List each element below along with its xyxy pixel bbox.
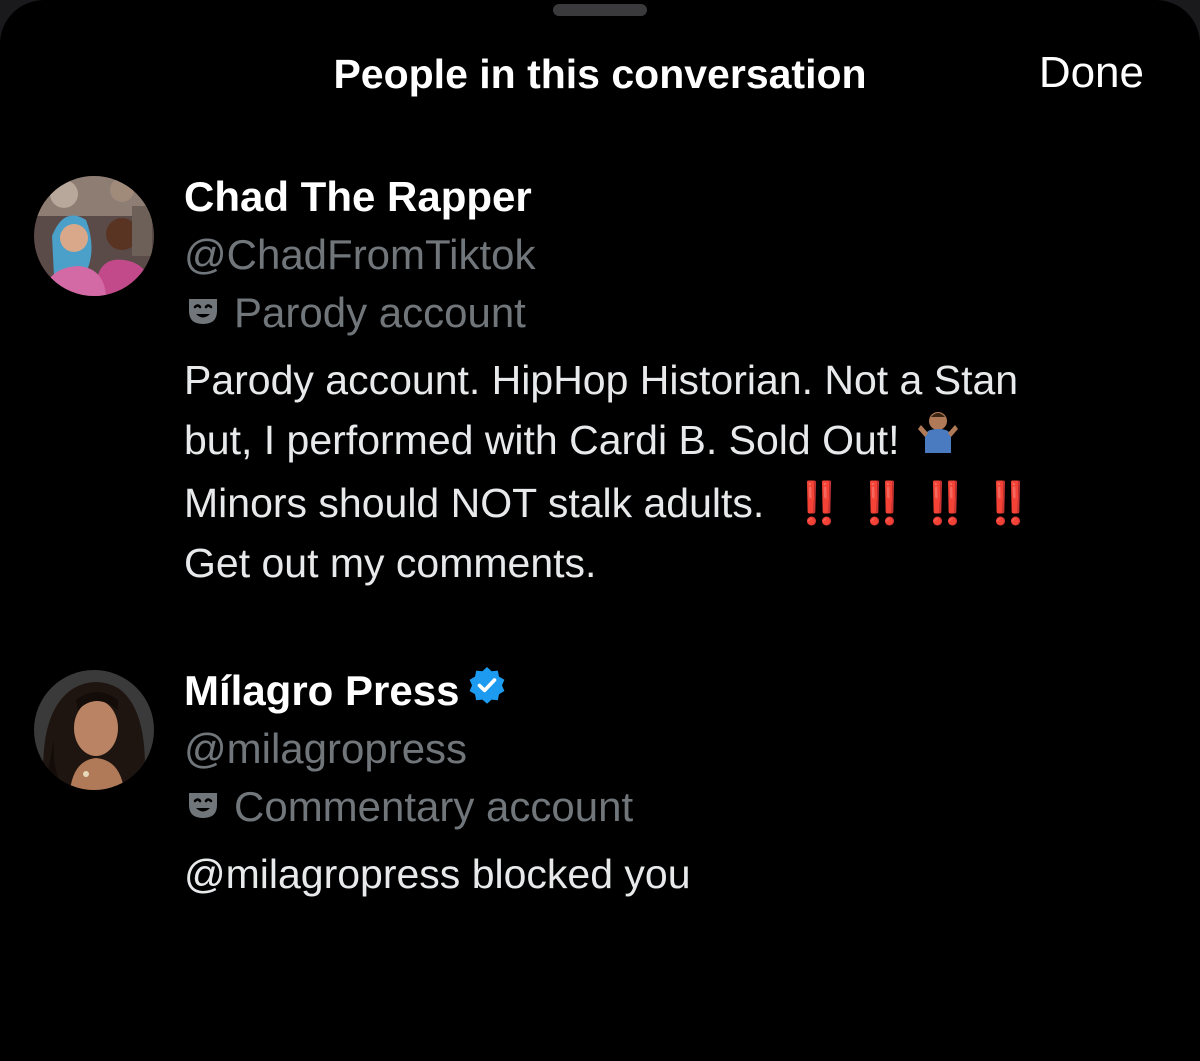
account-label: Commentary account (186, 782, 633, 835)
username-handle[interactable]: @ChadFromTiktok (184, 230, 535, 280)
conversation-people-sheet: People in this conversation Done Chad Th… (0, 0, 1200, 1061)
avatar-photo (34, 176, 154, 296)
verified-badge-icon (467, 665, 507, 716)
double-exclamation-emoji-group: ‼️ ‼️ ‼️ ‼️ (794, 480, 1046, 526)
bio: Parody account. HipHop Historian. Not a … (184, 350, 1164, 593)
bio-line: Get out my comments. (184, 540, 597, 587)
account-label-text: Parody account (234, 289, 526, 336)
theater-mask-icon (186, 287, 220, 337)
account-label-text: Commentary account (234, 783, 634, 830)
blocked-status-text: @milagropress blocked you (184, 851, 691, 897)
theater-mask-icon (186, 781, 220, 831)
page-title: People in this conversation (0, 50, 1200, 98)
display-name[interactable]: Mílagro Press (184, 666, 507, 719)
bio-line-with-emoji: Minors should NOT stalk adults. ‼️ ‼️ ‼️ ‼️ (184, 473, 1164, 533)
display-name-text: Mílagro Press (184, 667, 460, 714)
double-exclamation-emoji-icon: ‼️ (982, 480, 1034, 527)
bio-line-text: Minors should NOT stalk adults. (184, 480, 765, 527)
avatar[interactable] (34, 670, 154, 790)
bio-line-with-emoji: but, I performed with Cardi B. Sold Out! (184, 410, 1164, 473)
bio-line: Parody account. HipHop Historian. Not a … (184, 357, 1019, 403)
username-handle[interactable]: @milagropress (184, 724, 467, 774)
bio-line-text: but, I performed with Cardi B. Sold Out! (184, 417, 900, 463)
done-button[interactable]: Done (1039, 48, 1144, 98)
man-shrugging-emoji-icon (917, 409, 959, 469)
double-exclamation-emoji-icon: ‼️ (793, 480, 845, 527)
page-title-text: People in this conversation (333, 51, 867, 97)
account-label: Parody account (186, 288, 526, 341)
sheet-grabber-handle[interactable] (553, 4, 647, 16)
display-name[interactable]: Chad The Rapper (184, 172, 532, 222)
double-exclamation-emoji-icon: ‼️ (856, 480, 908, 527)
avatar-photo (34, 670, 154, 790)
double-exclamation-emoji-icon: ‼️ (919, 480, 971, 527)
display-name-text: Chad The Rapper (184, 173, 532, 220)
avatar[interactable] (34, 176, 154, 296)
